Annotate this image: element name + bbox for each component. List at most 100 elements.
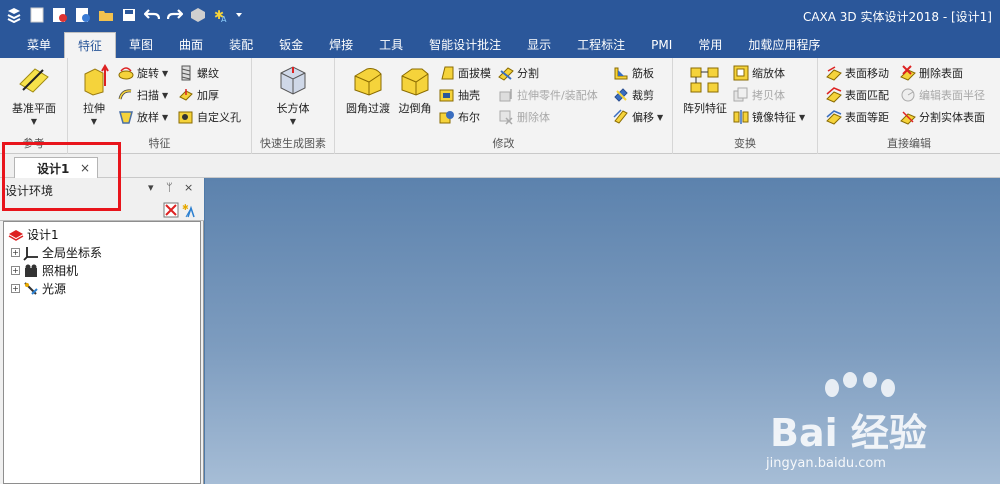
camera-icon <box>23 263 39 279</box>
thread-label: 螺纹 <box>197 67 219 80</box>
expand-icon[interactable]: + <box>11 266 20 275</box>
chamfer-label: 边倒角 <box>398 102 432 115</box>
panel-menu-icon[interactable]: ▾ <box>148 181 154 194</box>
face-move-button[interactable]: 表面移动 <box>826 64 889 82</box>
offset-button[interactable]: 偏移 ▼ <box>613 108 663 126</box>
sweep-button[interactable]: 扫描 ▼ <box>118 86 168 104</box>
thread-button[interactable]: 螺纹 <box>178 64 219 82</box>
custom-hole-button[interactable]: 自定义孔 <box>178 108 241 126</box>
custom-hole-label: 自定义孔 <box>197 111 241 124</box>
face-offset-button[interactable]: 表面等距 <box>826 108 889 126</box>
undo-icon[interactable] <box>142 5 162 25</box>
open-folder-icon[interactable] <box>96 5 116 25</box>
search-tree-icon[interactable]: ✱ <box>182 202 198 221</box>
tab-load-apps[interactable]: 加载应用程序 <box>735 32 833 58</box>
tab-surface[interactable]: 曲面 <box>166 32 216 58</box>
split-face-label: 分割实体表面 <box>919 111 985 124</box>
delete-body-button[interactable]: 删除体 <box>498 108 550 126</box>
face-offset-label: 表面等距 <box>845 111 889 124</box>
chamfer-button[interactable]: 边倒角 <box>395 64 435 116</box>
thicken-label: 加厚 <box>197 89 219 102</box>
redo-icon[interactable] <box>165 5 185 25</box>
tab-display[interactable]: 显示 <box>514 32 564 58</box>
split-icon <box>498 65 514 81</box>
highlight-box <box>2 142 121 211</box>
split-button[interactable]: 分割 <box>498 64 539 82</box>
loft-button[interactable]: 放样 ▼ <box>118 108 168 126</box>
datum-plane-button[interactable]: 基准平面 ▼ <box>8 64 60 126</box>
coordinate-system-icon <box>23 245 39 261</box>
tab-smart-annotation[interactable]: 智能设计批注 <box>416 32 514 58</box>
design-tree: 设计1 + 全局坐标系 + 照相机 + 光源 <box>3 221 201 484</box>
mirror-button[interactable]: 镜像特征 ▼ <box>733 108 805 126</box>
tab-menu[interactable]: 菜单 <box>14 32 64 58</box>
cube-icon[interactable] <box>188 5 208 25</box>
pin-icon[interactable]: ᛘ <box>166 181 173 194</box>
cuboid-label: 长方体 <box>276 102 310 115</box>
pull-part-button[interactable]: 拉伸零件/装配体 <box>498 86 598 104</box>
expand-icon[interactable]: + <box>11 248 20 257</box>
tab-feature[interactable]: 特征 <box>64 32 117 58</box>
watermark-brand: Bai 经验 <box>770 411 927 455</box>
draft-button[interactable]: 面拔模 <box>439 64 491 82</box>
group-reference: 基准平面 ▼ 参考 <box>0 58 68 154</box>
clear-filter-icon[interactable] <box>163 202 179 221</box>
dropdown-icon[interactable] <box>234 5 244 25</box>
group-feature: 拉伸 ▼ 旋转 ▼ 扫描 ▼ 放样 ▼ 螺纹 加厚 自定义孔 特征 <box>68 58 252 154</box>
revolve-label: 旋转 <box>137 67 159 80</box>
face-match-button[interactable]: 表面匹配 <box>826 86 889 104</box>
tab-welding[interactable]: 焊接 <box>316 32 366 58</box>
svg-text:✱: ✱ <box>182 203 189 212</box>
offset-icon <box>613 109 629 125</box>
pattern-button[interactable]: 阵列特征 <box>679 64 731 116</box>
tab-pmi[interactable]: PMI <box>638 32 685 58</box>
thicken-button[interactable]: 加厚 <box>178 86 219 104</box>
extrude-label: 拉伸 <box>83 102 105 115</box>
tree-node-light[interactable]: + 光源 <box>11 280 66 297</box>
split-face-icon <box>900 109 916 125</box>
tab-common[interactable]: 常用 <box>685 32 735 58</box>
face-match-icon <box>826 87 842 103</box>
tab-sheet-metal[interactable]: 钣金 <box>266 32 316 58</box>
app-menu-icon[interactable] <box>4 5 24 25</box>
mirror-label: 镜像特征 <box>752 111 796 124</box>
pull-part-label: 拉伸零件/装配体 <box>517 89 598 102</box>
scale-button[interactable]: 缩放体 <box>733 64 785 82</box>
split-face-button[interactable]: 分割实体表面 <box>900 108 985 126</box>
scale-icon <box>733 65 749 81</box>
tree-node-global-coords[interactable]: + 全局坐标系 <box>11 244 102 261</box>
copy-body-button[interactable]: 拷贝体 <box>733 86 785 104</box>
trim-icon <box>613 87 629 103</box>
design-environment-panel: 设计环境 ▾ ᛘ × ✱ 设计1 + 全局坐标系 + 照相机 + 光源 <box>0 178 204 484</box>
tree-node-camera[interactable]: + 照相机 <box>11 262 78 279</box>
group-quick-shape: 长方体 ▼ 快速生成图素 <box>252 58 335 154</box>
sparkle-icon[interactable]: ✱ A <box>211 5 231 25</box>
edit-radius-button[interactable]: 编辑表面半径 <box>900 86 985 104</box>
fillet-button[interactable]: 圆角过渡 <box>343 64 393 116</box>
shell-label: 抽壳 <box>458 89 480 102</box>
new-drawing-icon[interactable] <box>73 5 93 25</box>
revolve-button[interactable]: 旋转 ▼ <box>118 64 168 82</box>
close-icon[interactable]: × <box>184 181 193 194</box>
cuboid-button[interactable]: 长方体 ▼ <box>270 64 316 126</box>
face-match-label: 表面匹配 <box>845 89 889 102</box>
save-icon[interactable] <box>119 5 139 25</box>
new-design-icon[interactable] <box>50 5 70 25</box>
tree-node-design1[interactable]: 设计1 <box>8 226 59 243</box>
tab-sketch[interactable]: 草图 <box>116 32 166 58</box>
extrude-button[interactable]: 拉伸 ▼ <box>76 64 112 126</box>
tab-assembly[interactable]: 装配 <box>216 32 266 58</box>
tab-engineering-annotation[interactable]: 工程标注 <box>564 32 638 58</box>
new-file-icon[interactable] <box>27 5 47 25</box>
tab-tools[interactable]: 工具 <box>366 32 416 58</box>
rib-button[interactable]: 筋板 <box>613 64 654 82</box>
window-title: CAXA 3D 实体设计2018 - [设计1] <box>802 10 992 24</box>
copy-body-icon <box>733 87 749 103</box>
boolean-button[interactable]: 布尔 <box>439 108 480 126</box>
expand-icon[interactable]: + <box>11 284 20 293</box>
shell-button[interactable]: 抽壳 <box>439 86 480 104</box>
edit-radius-icon <box>900 87 916 103</box>
delete-face-button[interactable]: 删除表面 <box>900 64 963 82</box>
trim-button[interactable]: 裁剪 <box>613 86 654 104</box>
cuboid-icon <box>276 64 310 96</box>
